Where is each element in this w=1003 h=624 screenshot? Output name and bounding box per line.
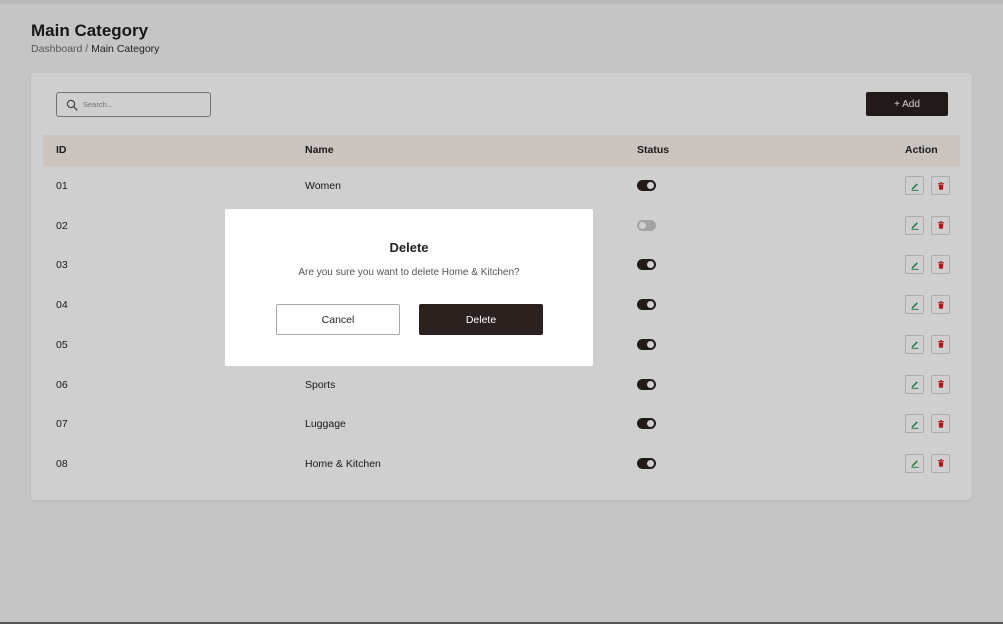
dialog-title: Delete xyxy=(389,240,429,255)
delete-dialog: Delete Are you sure you want to delete H… xyxy=(225,209,593,366)
modal-overlay[interactable]: Delete Are you sure you want to delete H… xyxy=(0,0,1003,624)
page: Main Category Dashboard / Main Category … xyxy=(0,0,1003,624)
dialog-message: Are you sure you want to delete Home & K… xyxy=(298,267,520,278)
confirm-delete-button[interactable]: Delete xyxy=(419,304,543,335)
cancel-button[interactable]: Cancel xyxy=(276,304,400,335)
